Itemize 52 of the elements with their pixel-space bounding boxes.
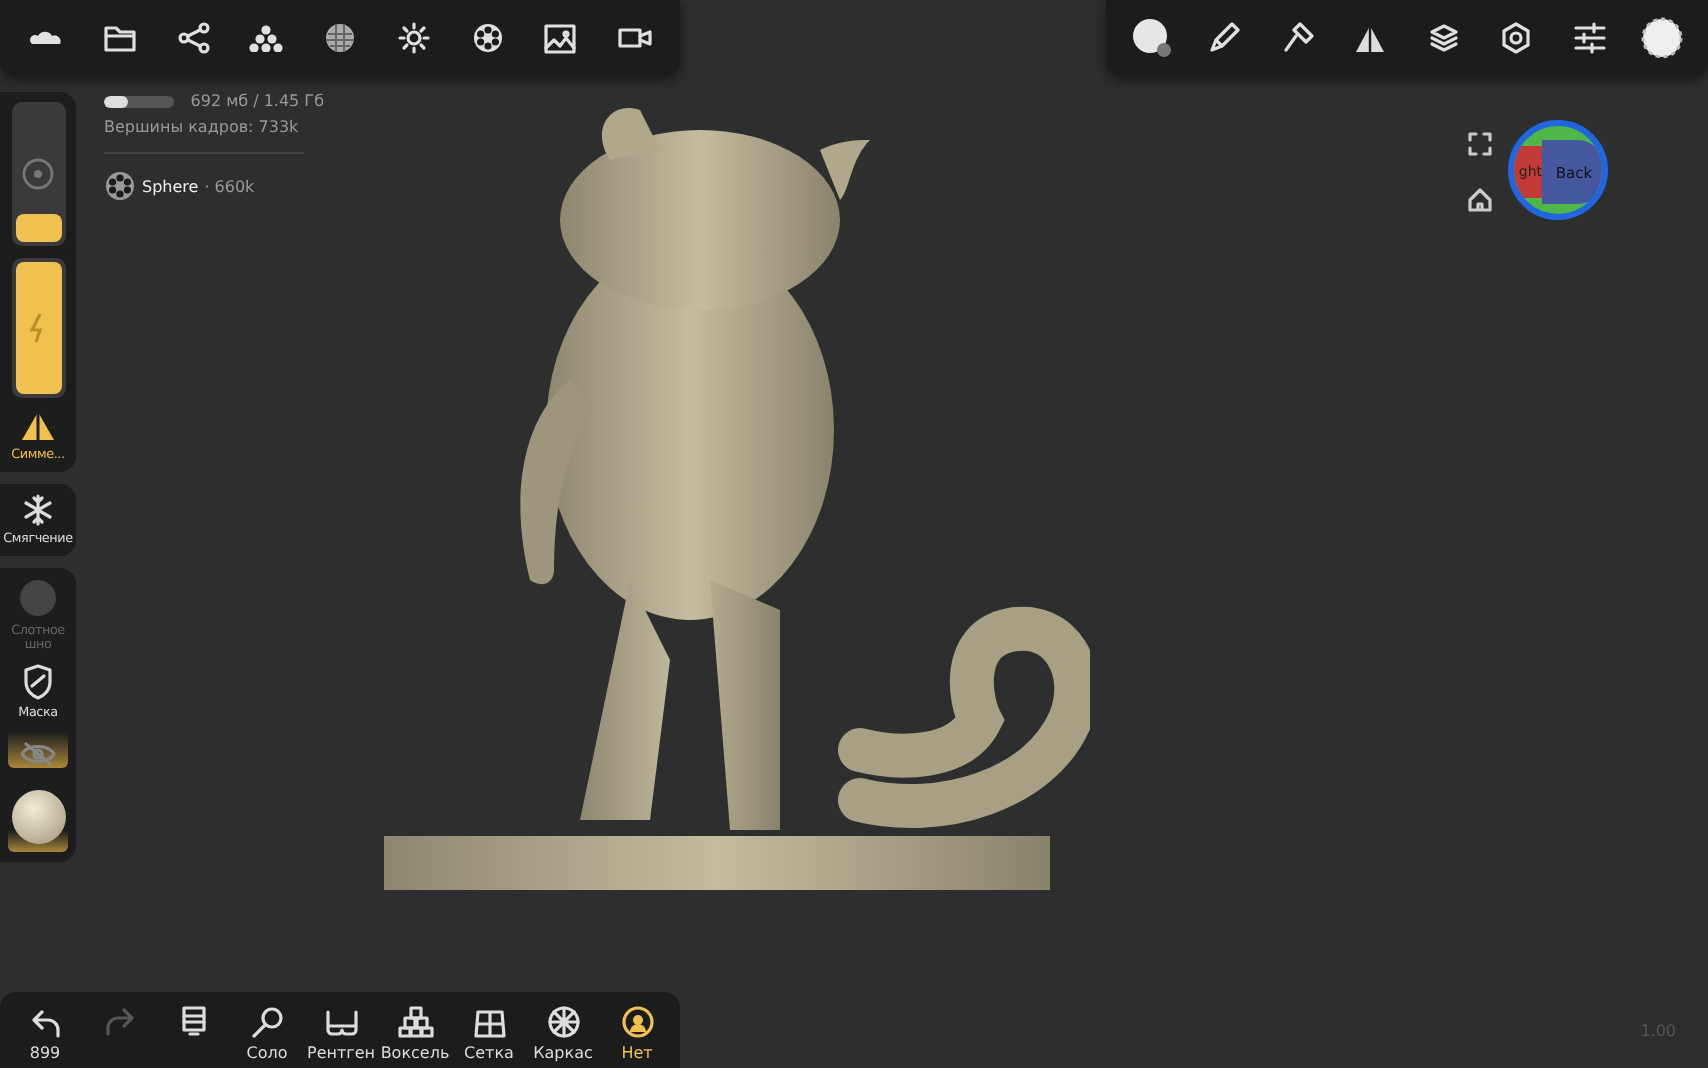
fullscreen-icon [1468, 132, 1492, 156]
folder-icon [103, 24, 136, 52]
grid-button[interactable]: Сетка [452, 1010, 526, 1062]
mesh-icon [104, 170, 136, 202]
user-circle-icon [621, 1006, 653, 1038]
video-camera-icon [617, 26, 651, 50]
target-icon [22, 158, 54, 190]
home-button[interactable] [1468, 188, 1492, 212]
film-reel-icon [471, 22, 503, 54]
circle-icon [18, 578, 58, 619]
undo-icon [31, 1010, 59, 1038]
redo-icon [105, 1008, 133, 1036]
undo-button[interactable]: 899 [8, 1010, 82, 1062]
cubes-icon [397, 1006, 433, 1038]
triangle-icon [1354, 23, 1387, 53]
wireframe-button[interactable]: Каркас [526, 1006, 600, 1062]
voxel-button[interactable]: Воксель [378, 1006, 452, 1062]
crossed-eye-icon [20, 740, 56, 769]
solo-button[interactable]: Соло [230, 1006, 304, 1062]
layers-icon [1427, 22, 1460, 54]
material-icon [1639, 16, 1684, 60]
radius-slider[interactable] [11, 102, 65, 246]
xray-button[interactable]: Рентген [304, 1010, 378, 1062]
home-icon [1468, 188, 1492, 212]
stacked-spheres-icon [248, 24, 285, 52]
lightning-icon [28, 312, 48, 344]
shield-icon [22, 664, 54, 701]
brush-alpha-icon [1130, 16, 1174, 60]
memory-text: 692 мб / 1.45 Гб [190, 92, 324, 110]
fullscreen-button[interactable] [1468, 132, 1492, 156]
snowflake-icon [22, 494, 54, 527]
glasses-icon [323, 1010, 359, 1038]
sliders-icon [1573, 22, 1606, 54]
object-name[interactable]: Sphere [142, 177, 199, 195]
visibility-button[interactable] [8, 732, 68, 769]
brush-icon [1208, 22, 1241, 54]
search-icon [251, 1006, 283, 1038]
cloud-icon [28, 26, 64, 50]
object-vertex-count: · 660k [204, 177, 255, 195]
hammer-icon [1281, 22, 1314, 54]
image-icon [544, 23, 577, 53]
sphere-icon [324, 22, 356, 54]
material-sphere-icon [11, 789, 65, 844]
vertex-count: Вершины кадров: 733k [104, 118, 301, 136]
share-icon [177, 22, 209, 54]
wire-sphere-icon [547, 1006, 579, 1038]
settings-icon [1500, 22, 1533, 54]
notebook-icon [181, 1006, 205, 1036]
sun-icon [397, 22, 430, 54]
none-button[interactable]: Нет [600, 1006, 674, 1062]
triangle-icon [20, 410, 56, 442]
grid-icon [473, 1010, 505, 1038]
